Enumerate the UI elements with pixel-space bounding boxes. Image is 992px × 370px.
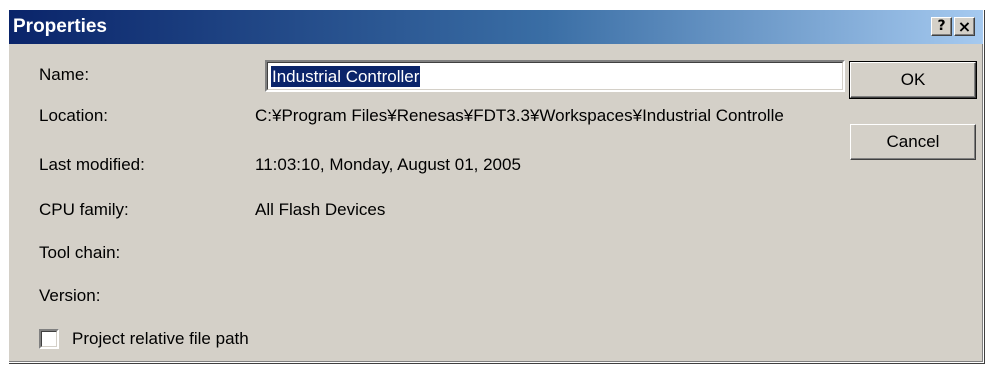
project-relative-label[interactable]: Project relative file path xyxy=(72,329,249,349)
cpu-family-label: CPU family: xyxy=(39,200,129,219)
dialog-title: Properties xyxy=(13,16,107,37)
cpu-family-value: All Flash Devices xyxy=(255,200,386,219)
project-relative-checkbox[interactable] xyxy=(39,329,59,349)
name-field[interactable]: Industrial Controller xyxy=(265,60,845,92)
version-label: Version: xyxy=(39,286,101,305)
last-modified-label: Last modified: xyxy=(39,155,145,174)
close-button[interactable]: × xyxy=(954,17,975,36)
name-label: Name: xyxy=(39,65,90,84)
last-modified-value: 11:03:10, Monday, August 01, 2005 xyxy=(255,155,521,174)
name-field-value[interactable]: Industrial Controller xyxy=(271,66,421,87)
title-bar[interactable]: Properties ? × xyxy=(9,10,983,44)
checkbox-frame xyxy=(41,331,57,347)
cancel-button[interactable]: Cancel xyxy=(850,124,976,160)
properties-dialog: Properties ? × Name: Industrial Controll… xyxy=(8,9,984,363)
location-value: C:¥Program Files¥Renesas¥FDT3.3¥Workspac… xyxy=(255,106,784,125)
ok-button[interactable]: OK xyxy=(849,61,977,99)
help-button[interactable]: ? xyxy=(931,17,952,36)
location-label: Location: xyxy=(39,106,108,125)
tool-chain-label: Tool chain: xyxy=(39,243,121,262)
